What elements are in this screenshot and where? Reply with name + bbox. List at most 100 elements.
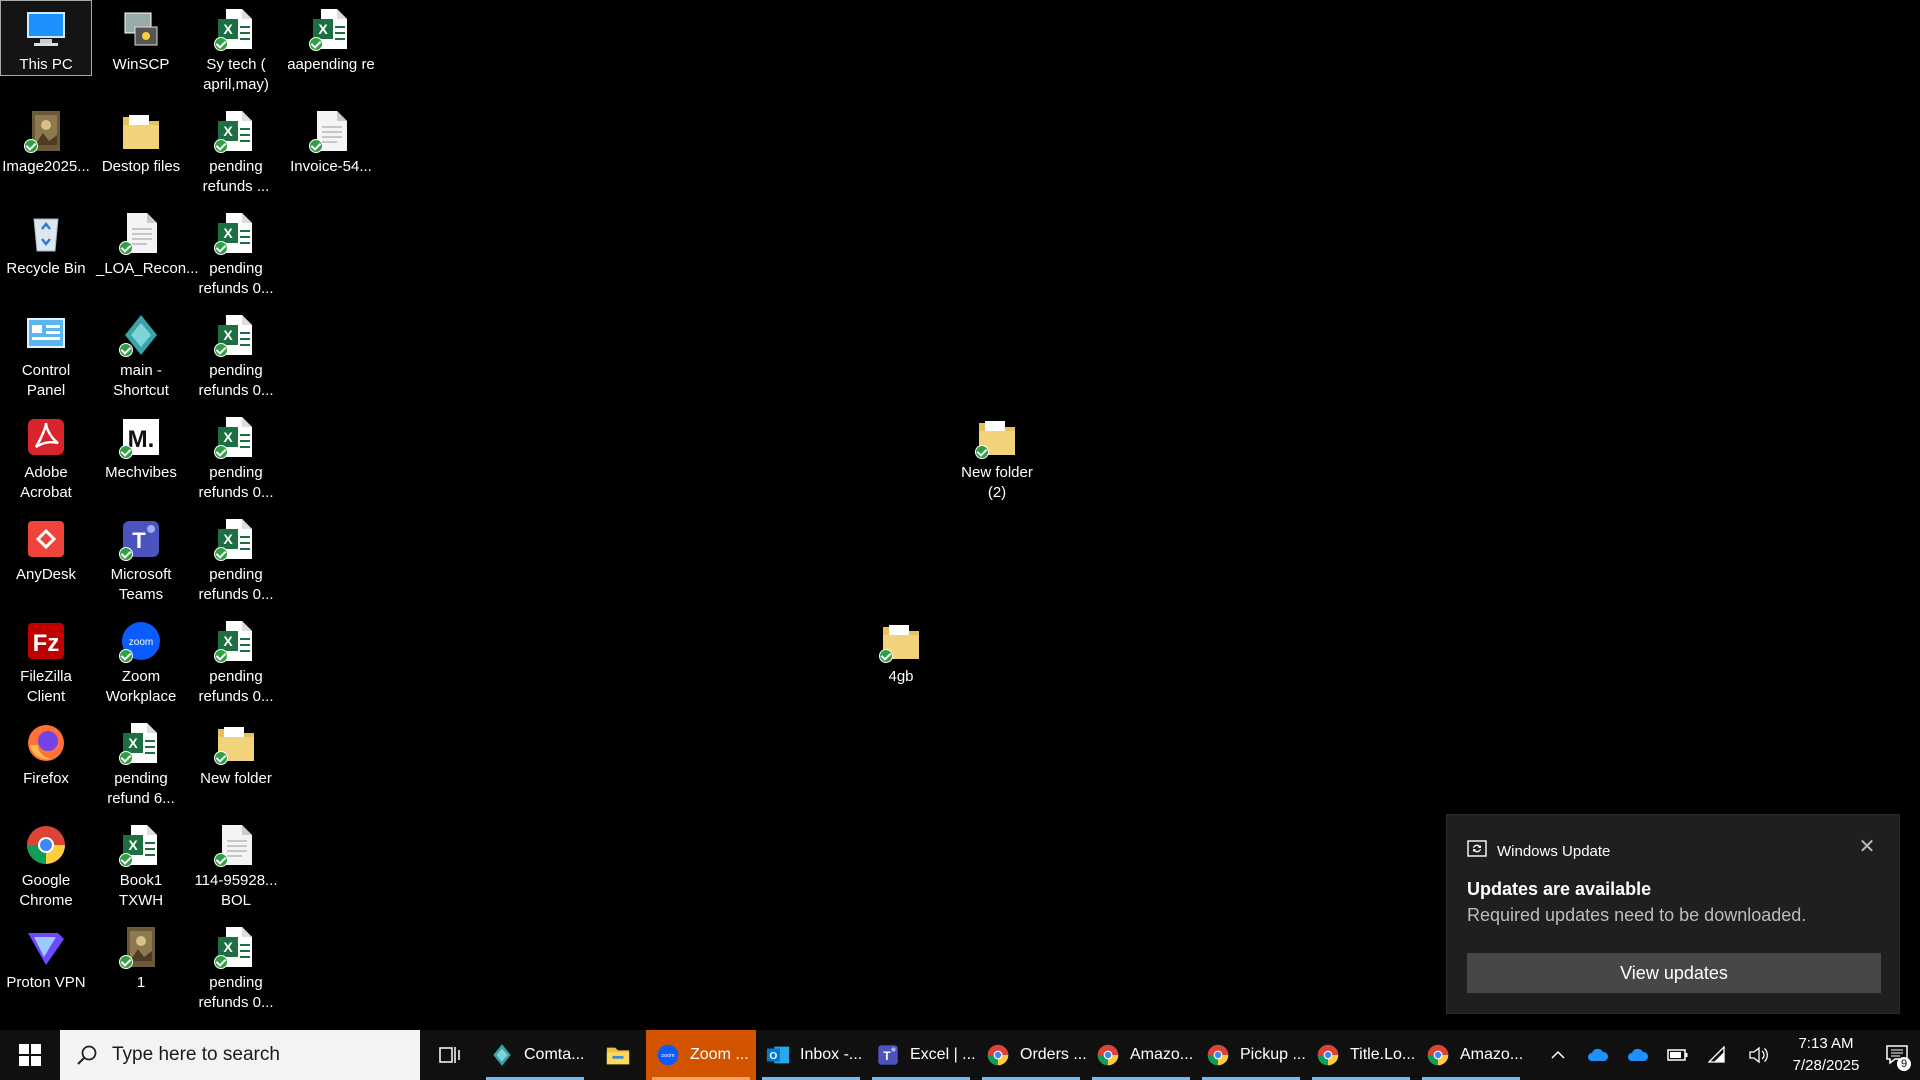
taskbar-app-button[interactable]: Amazo...: [1086, 1030, 1196, 1080]
desktop-icon-label: aapending re: [287, 56, 375, 73]
close-icon[interactable]: ✕: [1853, 833, 1881, 861]
svg-text:zoom: zoom: [129, 637, 153, 648]
desktop-icon-label: 1: [136, 974, 146, 991]
view-updates-button[interactable]: View updates: [1467, 953, 1881, 993]
desktop-icon[interactable]: 4gb: [855, 612, 947, 688]
system-tray: 7:13 AM 7/28/2025 9: [1538, 1030, 1920, 1080]
desktop-icon[interactable]: WinSCP: [95, 0, 187, 76]
desktop-icon[interactable]: Destop files: [95, 102, 187, 178]
desktop-icon[interactable]: New folder (2): [951, 408, 1043, 504]
desktop-icon-label: _LOA_Recon...: [96, 260, 199, 277]
desktop-icon-label: Sy tech ( april,may): [203, 56, 269, 93]
taskbar-app-label: Comta...: [524, 1046, 585, 1063]
proton-vpn-icon: [22, 923, 70, 971]
taskbar-app-button[interactable]: O Inbox -...: [756, 1030, 866, 1080]
desktop-icon-label: Adobe Acrobat: [20, 464, 72, 501]
volume-icon[interactable]: [1738, 1030, 1778, 1080]
desktop-icon[interactable]: Recycle Bin: [0, 204, 92, 280]
toast-header: Windows Update: [1467, 839, 1610, 863]
desktop-icon[interactable]: T Microsoft Teams: [95, 510, 187, 606]
desktop-icon[interactable]: This PC: [0, 0, 92, 76]
excel-file-icon: X: [307, 5, 355, 53]
desktop-icon[interactable]: AnyDesk: [0, 510, 92, 586]
taskbar-app-label: Inbox -...: [800, 1046, 863, 1063]
taskbar-app-button[interactable]: Pickup ...: [1196, 1030, 1306, 1080]
adobe-acrobat-icon: [22, 413, 70, 461]
wifi-icon[interactable]: [1698, 1030, 1738, 1080]
desktop-icon[interactable]: Xpending refunds 0...: [190, 510, 282, 606]
taskbar-app-button[interactable]: zoom Zoom ...: [646, 1030, 756, 1080]
taskbar-app-label: Pickup ...: [1240, 1046, 1306, 1063]
task-view-button[interactable]: [420, 1030, 480, 1080]
chrome-icon: [984, 1041, 1012, 1069]
winscp-icon: [117, 5, 165, 53]
teams-icon: T: [874, 1041, 902, 1069]
folder-icon: [212, 719, 260, 767]
desktop-icon-label: pending refunds 0...: [198, 260, 274, 297]
desktop-icon-label: WinSCP: [112, 56, 170, 73]
desktop-icon[interactable]: M. Mechvibes: [95, 408, 187, 484]
start-button[interactable]: [0, 1030, 60, 1080]
desktop-icon-label: Destop files: [101, 158, 181, 175]
onedrive-icon[interactable]: [1578, 1030, 1618, 1080]
taskbar-app-label: Amazo...: [1130, 1046, 1194, 1063]
desktop-icon[interactable]: Xpending refunds 0...: [190, 306, 282, 402]
desktop-icon[interactable]: 1: [95, 918, 187, 994]
desktop-icon[interactable]: 114-95928... BOL: [190, 816, 282, 912]
desktop-icon[interactable]: X Book1 TXWH: [95, 816, 187, 912]
action-center-button[interactable]: 9: [1874, 1030, 1920, 1080]
desktop-icon-label: pending refunds 0...: [198, 974, 274, 1011]
desktop-icon[interactable]: Proton VPN: [0, 918, 92, 994]
desktop-icon[interactable]: X Sy tech ( april,may): [190, 0, 282, 96]
shortcut-app-icon: [117, 311, 165, 359]
desktop-icon[interactable]: Xaapending re: [285, 0, 377, 76]
folder-icon: [877, 617, 925, 665]
svg-text:X: X: [223, 633, 233, 649]
taskbar-app-button[interactable]: Title.Lo...: [1306, 1030, 1416, 1080]
desktop-icon[interactable]: New folder: [190, 714, 282, 790]
taskbar-app-button[interactable]: Comta...: [480, 1030, 590, 1080]
desktop-icon[interactable]: Firefox: [0, 714, 92, 790]
sync-status-icon: [214, 445, 228, 459]
taskbar-app-button[interactable]: Orders ...: [976, 1030, 1086, 1080]
desktop-icon[interactable]: Image2025...: [0, 102, 92, 178]
desktop-icon[interactable]: Xpending refund 6...: [95, 714, 187, 810]
taskbar-app-button[interactable]: T Excel | ...: [866, 1030, 976, 1080]
desktop-icon[interactable]: Xpending refunds 0...: [190, 918, 282, 1014]
desktop-icon[interactable]: Xpending refunds 0...: [190, 408, 282, 504]
svg-text:X: X: [223, 21, 233, 37]
sync-status-icon: [214, 853, 228, 867]
desktop-icon[interactable]: Control Panel: [0, 306, 92, 402]
desktop-icon[interactable]: Invoice-54...: [285, 102, 377, 178]
desktop-icon[interactable]: _LOA_Recon...: [95, 204, 199, 280]
taskbar-app-button[interactable]: Amazo...: [1416, 1030, 1526, 1080]
sync-status-icon: [119, 547, 133, 561]
desktop-icon[interactable]: Fz FileZilla Client: [0, 612, 92, 708]
svg-text:T: T: [883, 1049, 891, 1063]
desktop-icon[interactable]: zoom Zoom Workplace: [95, 612, 187, 708]
chevron-up-icon[interactable]: [1538, 1030, 1578, 1080]
sync-status-icon: [975, 445, 989, 459]
taskbar-search-box[interactable]: Type here to search: [60, 1030, 420, 1080]
desktop-icon[interactable]: Adobe Acrobat: [0, 408, 92, 504]
excel-file-icon: X: [212, 515, 260, 563]
desktop-icon[interactable]: Xpending refunds 0...: [190, 204, 282, 300]
desktop-icon[interactable]: Google Chrome: [0, 816, 92, 912]
chrome-icon: [1424, 1041, 1452, 1069]
taskbar-app-button[interactable]: [590, 1030, 646, 1080]
image-file-icon: [117, 923, 165, 971]
svg-text:X: X: [128, 837, 138, 853]
svg-text:X: X: [223, 123, 233, 139]
onedrive-icon[interactable]: [1618, 1030, 1658, 1080]
battery-icon[interactable]: [1658, 1030, 1698, 1080]
folder-icon: [973, 413, 1021, 461]
svg-text:zoom: zoom: [661, 1053, 675, 1059]
clock[interactable]: 7:13 AM 7/28/2025: [1778, 1033, 1874, 1077]
sync-status-icon: [214, 955, 228, 969]
desktop-icon[interactable]: Xpending refunds ...: [190, 102, 282, 198]
desktop-icon[interactable]: main - Shortcut: [95, 306, 187, 402]
chrome-icon: [1094, 1041, 1122, 1069]
desktop-icon[interactable]: Xpending refunds 0...: [190, 612, 282, 708]
sync-status-icon: [119, 751, 133, 765]
search-placeholder: Type here to search: [112, 1044, 280, 1065]
